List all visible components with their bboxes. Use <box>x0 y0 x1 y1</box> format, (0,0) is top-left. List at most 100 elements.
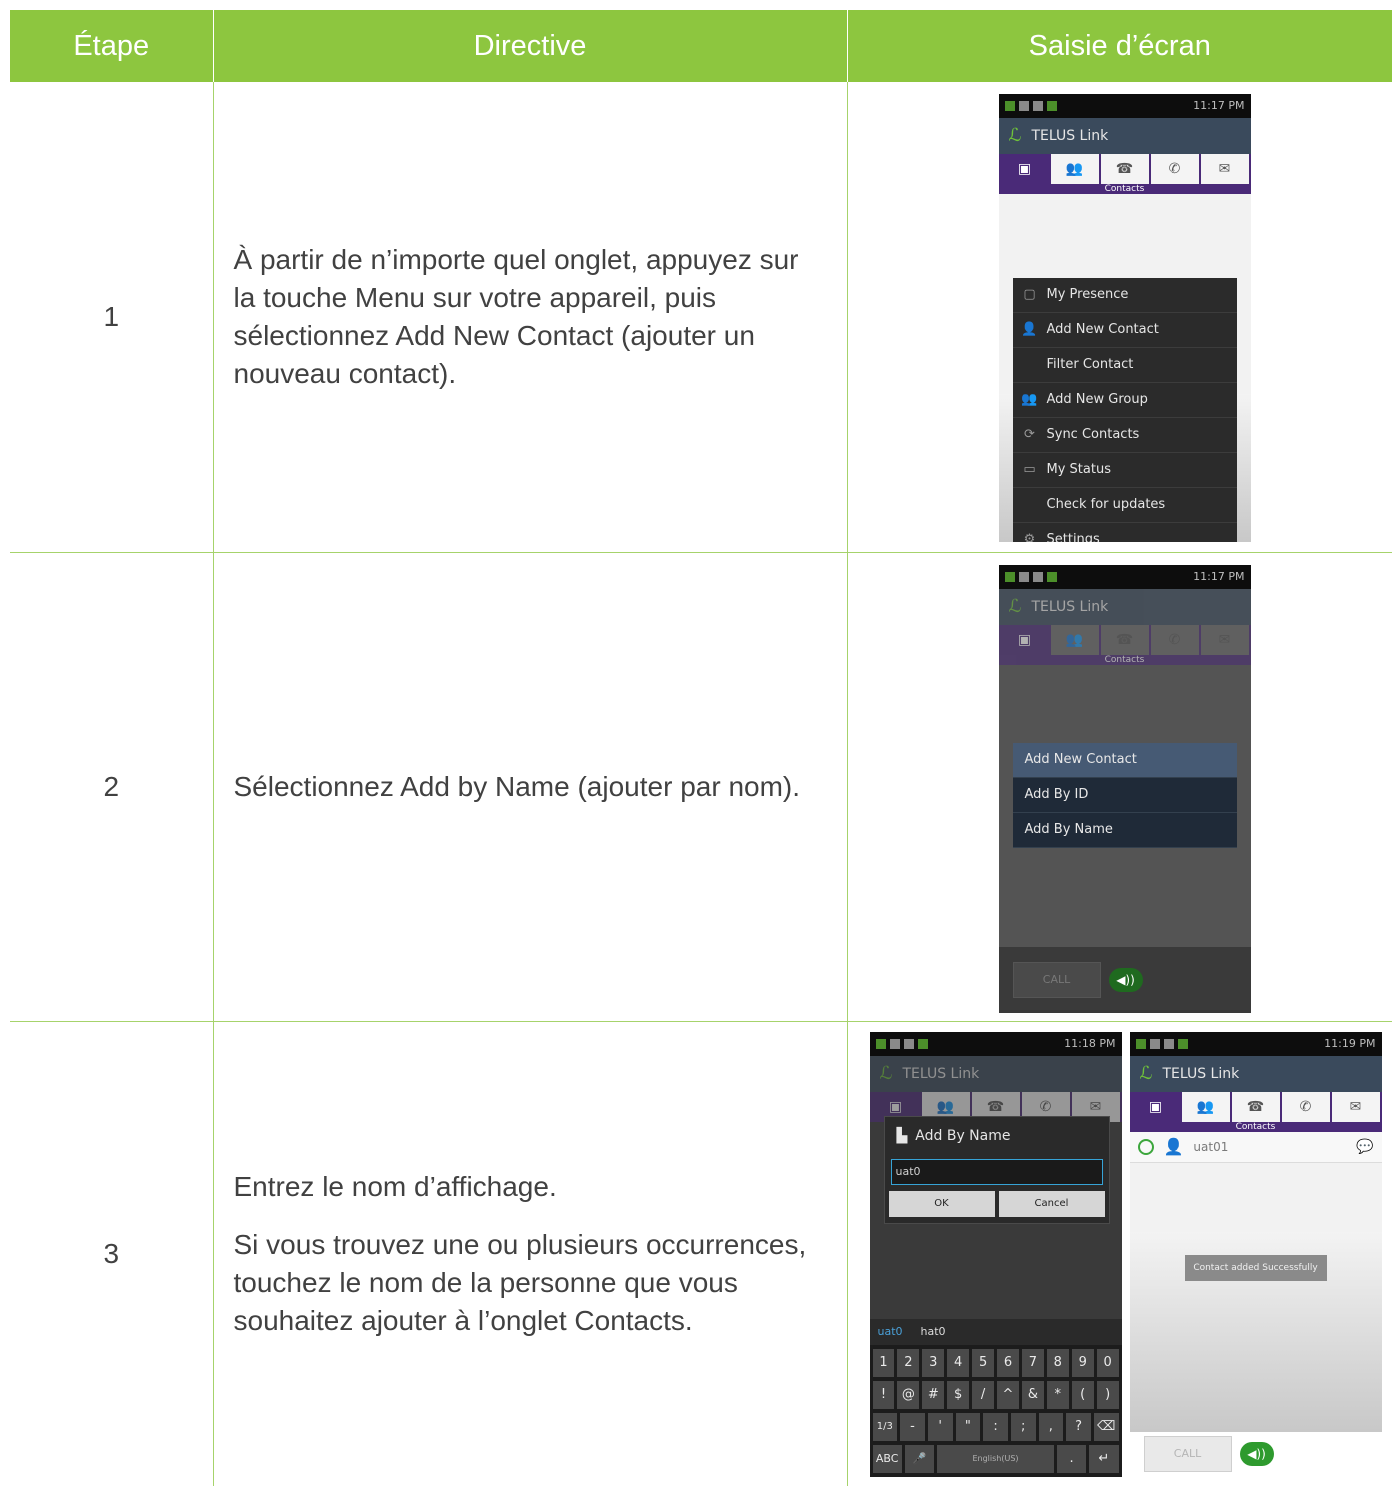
tab-bar: ▣ 👥 ☎ ✆ ✉ <box>998 154 1251 184</box>
key[interactable]: & <box>1021 1380 1044 1409</box>
tab-bar: ▣ 👥 ☎ ✆ ✉ <box>998 624 1251 655</box>
name-input[interactable]: uat0 <box>890 1158 1103 1185</box>
tab-calls-icon[interactable]: ☎ <box>1231 1091 1280 1122</box>
header-screenshot: Saisie d’écran <box>846 10 1392 82</box>
key[interactable]: 3 <box>922 1348 945 1377</box>
key-page[interactable]: 1/3 <box>872 1412 898 1441</box>
key[interactable]: 6 <box>997 1348 1019 1377</box>
key[interactable]: 5 <box>972 1348 995 1377</box>
menu-item-my-status[interactable]: ▭ My Status <box>1012 453 1237 488</box>
status-bar: 11:17 PM <box>998 564 1251 589</box>
call-button[interactable]: CALL <box>1143 1436 1232 1472</box>
tab-history-icon[interactable]: ✆ <box>1150 154 1199 184</box>
tab-bar: ▣ 👥 ☎ ✆ ✉ <box>1129 1091 1382 1122</box>
key[interactable]: ! <box>872 1380 895 1409</box>
menu-item-check-updates[interactable]: Check for updates <box>1012 488 1237 523</box>
tab-groups-icon[interactable]: 👥 <box>1050 154 1099 184</box>
key[interactable]: * <box>1046 1380 1069 1409</box>
table-row: 2 Sélectionnez Add by Name (ajouter par … <box>10 552 1392 1022</box>
ok-button[interactable]: OK <box>888 1190 995 1217</box>
key[interactable]: - <box>900 1412 925 1441</box>
menu-item-sync-contacts[interactable]: ⟳ Sync Contacts <box>1012 418 1237 453</box>
call-bar: CALL ◀)) <box>1129 1431 1382 1477</box>
microphone-icon[interactable]: 🎤 <box>904 1444 934 1473</box>
status-bar: 11:19 PM <box>1129 1031 1382 1056</box>
speaker-icon[interactable]: ◀)) <box>1108 967 1143 992</box>
contact-avatar-icon: 👤 <box>1163 1136 1184 1156</box>
key[interactable]: $ <box>947 1380 970 1409</box>
tab-chat-icon[interactable]: ✉ <box>1331 1091 1380 1122</box>
menu-item-add-new-contact[interactable]: 👤 Add New Contact <box>1012 313 1237 348</box>
key[interactable]: ( <box>1071 1380 1094 1409</box>
abc-key[interactable]: ABC <box>872 1444 902 1473</box>
tab-chat-icon[interactable]: ✉ <box>1200 154 1249 184</box>
key[interactable]: ? <box>1066 1412 1091 1441</box>
tab-contacts-icon[interactable]: ▣ <box>1131 1091 1180 1122</box>
key[interactable]: ' <box>927 1412 953 1441</box>
phone-screenshot-menu: 11:17 PM ℒ TELUS Link ▣ 👥 ☎ ✆ ✉ Contacts <box>998 94 1251 542</box>
call-bar: CALL ◀)) <box>998 946 1251 1013</box>
tab-groups-icon[interactable]: 👥 <box>1181 1091 1230 1122</box>
space-key[interactable]: English(US) <box>937 1444 1054 1473</box>
key-row-bottom: ABC 🎤 English(US) . ↵ <box>870 1441 1122 1477</box>
key[interactable]: ^ <box>997 1380 1019 1409</box>
status-bar: 11:18 PM <box>869 1031 1122 1056</box>
add-contact-popup: Add New Contact Add By ID Add By Name <box>1012 742 1237 848</box>
header-row: Étape Directive Saisie d’écran <box>10 10 1392 82</box>
status-icon: ▭ <box>1023 462 1036 477</box>
app-bar: ℒ TELUS Link <box>998 588 1251 625</box>
key[interactable]: ; <box>1010 1412 1036 1441</box>
tab-chat-icon[interactable]: ✉ <box>1200 624 1249 655</box>
key[interactable]: / <box>972 1380 995 1409</box>
key[interactable]: " <box>955 1412 981 1441</box>
directive-text: Entrez le nom d’affichage. <box>233 1170 557 1202</box>
key[interactable]: 1 <box>872 1348 895 1377</box>
menu-item-filter-contact[interactable]: Filter Contact <box>1012 348 1237 383</box>
header-step: Étape <box>10 10 213 82</box>
key[interactable]: . <box>1057 1444 1087 1473</box>
tab-contacts-icon[interactable]: ▣ <box>1000 154 1049 184</box>
key[interactable]: 7 <box>1021 1348 1044 1377</box>
status-bar: 11:17 PM <box>998 94 1251 118</box>
menu-item-settings[interactable]: ⚙ Settings <box>1013 523 1237 542</box>
tab-history-icon[interactable]: ✆ <box>1281 1091 1330 1122</box>
presence-icon: ▢ <box>1023 287 1036 302</box>
menu-item-add-new-group[interactable]: 👥 Add New Group <box>1012 383 1237 418</box>
keyboard: uat0 hat0 1 2 3 4 5 6 7 8 9 0 ! @ # $ / … <box>869 1318 1122 1477</box>
call-button[interactable]: CALL <box>1012 961 1101 998</box>
key[interactable]: @ <box>897 1380 920 1409</box>
contact-list-item[interactable]: 👤 uat01 💬 <box>1129 1131 1382 1163</box>
key[interactable]: # <box>922 1380 945 1409</box>
tab-contacts-icon[interactable]: ▣ <box>1000 624 1049 655</box>
directive-text: À partir de n’importe quel onglet, appuy… <box>233 243 799 389</box>
screenshot-cell: 11:17 PM ℒ TELUS Link ▣ 👥 ☎ ✆ ✉ Contacts <box>846 552 1392 1022</box>
contact-book-icon: ▙ <box>896 1127 908 1144</box>
key[interactable]: 9 <box>1071 1348 1094 1377</box>
chat-bubble-icon[interactable]: 💬 <box>1356 1128 1381 1166</box>
key[interactable]: , <box>1038 1412 1064 1441</box>
key[interactable]: : <box>983 1412 1008 1441</box>
tab-caption: Contacts <box>998 654 1251 665</box>
enter-icon[interactable]: ↵ <box>1089 1444 1119 1473</box>
step-number: 1 <box>10 82 213 553</box>
table-row: 1 À partir de n’importe quel onglet, app… <box>10 82 1392 553</box>
tab-history-icon[interactable]: ✆ <box>1150 624 1199 655</box>
sync-icon: ⟳ <box>1024 427 1035 442</box>
cancel-button[interactable]: Cancel <box>998 1190 1105 1217</box>
key[interactable]: ) <box>1096 1380 1119 1409</box>
tab-groups-icon[interactable]: 👥 <box>1050 624 1099 655</box>
key[interactable]: 2 <box>897 1348 920 1377</box>
speaker-icon[interactable]: ◀)) <box>1239 1442 1274 1466</box>
add-by-name-option[interactable]: Add By Name <box>1012 813 1237 848</box>
step-number: 3 <box>103 1237 120 1269</box>
tab-calls-icon[interactable]: ☎ <box>1100 624 1149 655</box>
key[interactable]: 4 <box>947 1348 970 1377</box>
phone-screenshot-contact-added: 11:19 PM ℒ TELUS Link ▣ 👥 ☎ ✆ ✉ Contacts <box>1129 1031 1382 1477</box>
key[interactable]: 8 <box>1046 1348 1069 1377</box>
tab-calls-icon[interactable]: ☎ <box>1100 154 1149 184</box>
add-by-id-option[interactable]: Add By ID <box>1012 778 1237 813</box>
key[interactable]: 0 <box>1096 1348 1119 1377</box>
header-directive: Directive <box>212 10 847 82</box>
backspace-icon[interactable]: ⌫ <box>1093 1412 1119 1441</box>
menu-item-my-presence[interactable]: ▢ My Presence <box>1012 278 1237 313</box>
